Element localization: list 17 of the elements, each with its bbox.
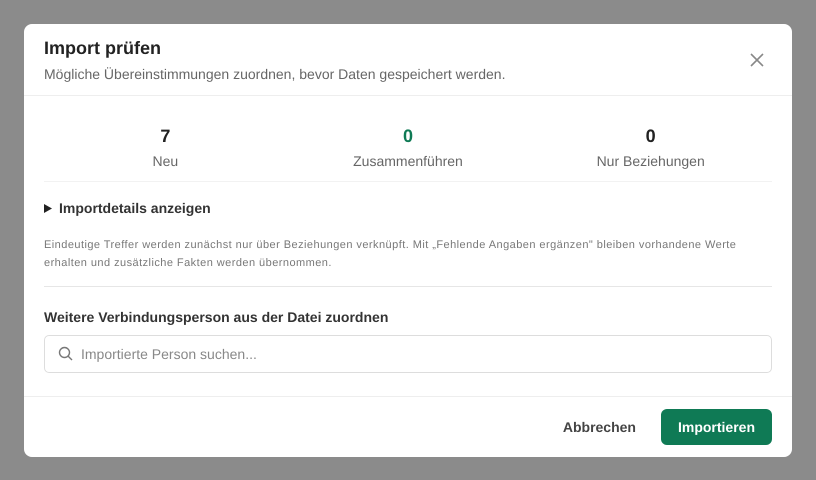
stat-label: Zusammenführen [353, 153, 463, 169]
import-button[interactable]: Importieren [660, 409, 772, 445]
close-icon[interactable] [750, 53, 764, 67]
stat-value: 7 [160, 126, 170, 147]
dialog-title: Import prüfen [44, 38, 162, 59]
dialog-subtitle: Mögliche Übereinstimmungen zuordnen, bevor Daten gespeichert werden. [44, 66, 506, 82]
stat-value: 0 [402, 126, 413, 147]
triangle-icon [44, 204, 52, 212]
stat-value: 0 [646, 126, 656, 147]
stat-label: Neu [152, 153, 178, 169]
info-text: Eindeutige Treffer werden zunächst nur über Beziehungen verknüpft. Mit „Fehlende Angaben ergänzen" bleiben vorhandene Werte erhalten und zusätzliche Fakten werden übernommen. [44, 238, 738, 271]
details-toggle[interactable]: Importdetails anzeigen [44, 200, 211, 216]
search-icon [58, 346, 73, 361]
cancel-button[interactable]: Abbrechen [546, 409, 653, 445]
search-field[interactable]: Importierte Person suchen... [44, 335, 772, 373]
stat-label: Nur Beziehungen [596, 153, 705, 169]
field-label: Weitere Verbindungsperson aus der Datei zuordnen [44, 309, 390, 325]
